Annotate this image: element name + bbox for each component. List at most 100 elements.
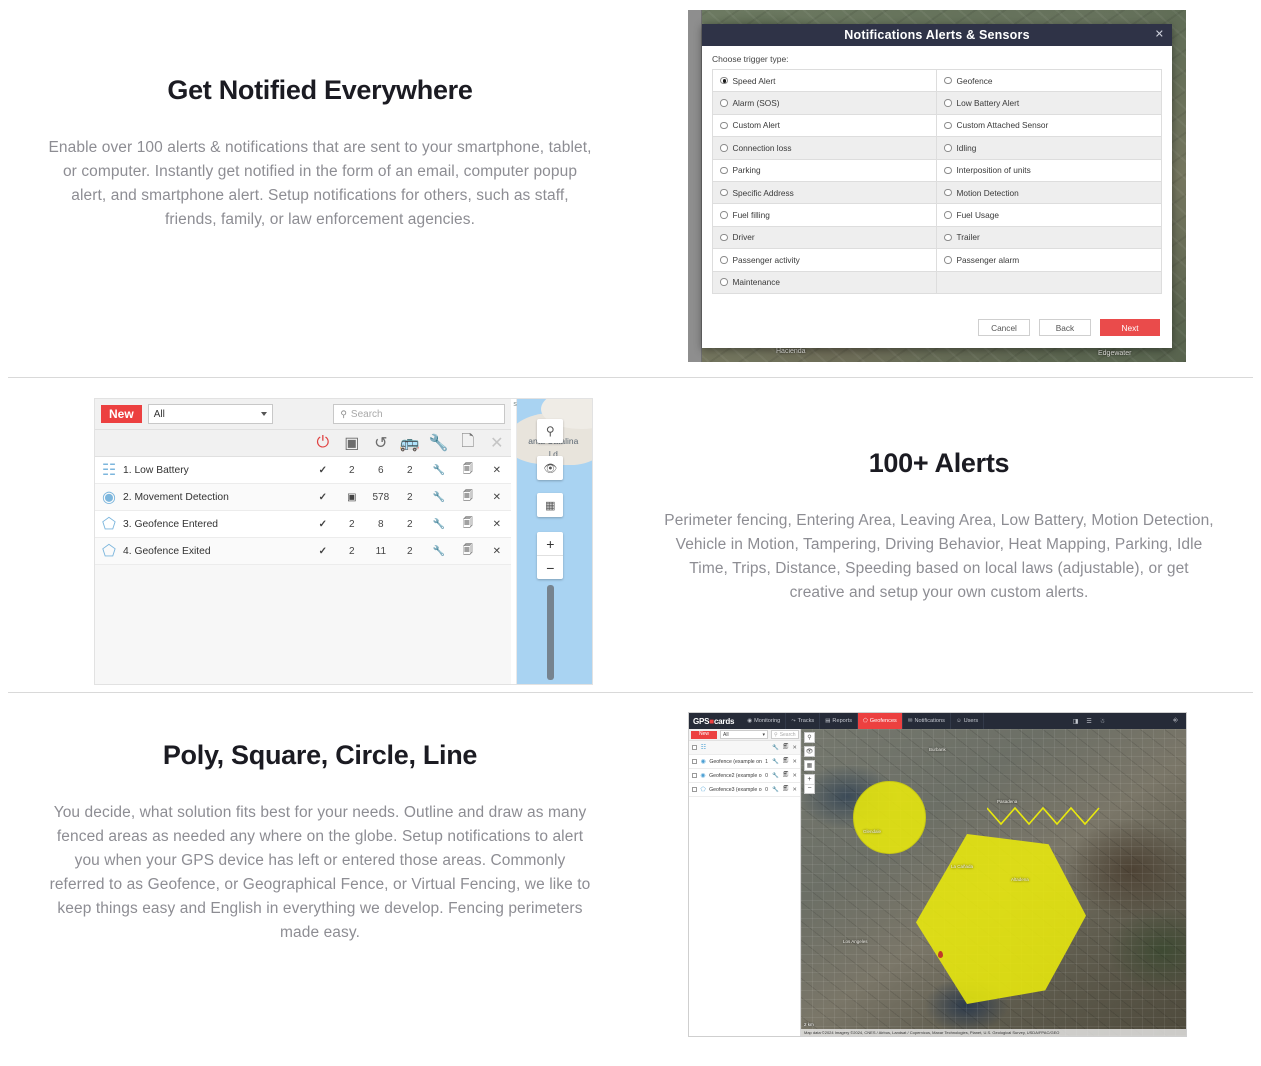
geofence-filter-select[interactable]: All ▾ [720, 730, 769, 739]
zoom-out-button[interactable]: − [537, 556, 563, 579]
table-row[interactable]: ⬠ 3. Geofence Entered ✓ 2 8 2 🔧 🗐 ✕ [95, 511, 512, 538]
geofence-count[interactable]: 1 [765, 759, 768, 765]
delete-icon[interactable]: ✕ [792, 745, 797, 751]
account-icon[interactable]: ☃ [1100, 718, 1105, 725]
copy-icon[interactable]: 🗋 [453, 430, 482, 457]
tab-reports[interactable]: ▤ Reports [820, 713, 859, 729]
tab-geofences[interactable]: ⬠ Geofences [858, 713, 903, 729]
list-item[interactable]: ⬠Geofence3 (example only)0 🔧 🗐✕ [689, 783, 800, 797]
trigger-option-geofence[interactable]: Geofence [937, 70, 1161, 93]
wrench-icon[interactable]: 🔧 [772, 773, 779, 779]
table-row[interactable]: ⬠ 4. Geofence Exited ✓ 2 11 2 🔧 🗐 ✕ [95, 538, 512, 565]
copy-icon[interactable]: 🗐 [453, 462, 482, 479]
zoom-in-button[interactable]: + [537, 532, 564, 556]
list-item[interactable]: ☷ 🔧 🗐 ✕ [689, 741, 800, 755]
list-item[interactable]: ◉ Geofence (example only) 1 🔧 🗐 ✕ [689, 755, 800, 769]
wrench-icon[interactable]: 🔧 [772, 759, 779, 765]
copy-icon[interactable]: 🗐 [453, 516, 482, 533]
copy-icon[interactable]: 🗐 [783, 785, 789, 794]
map-search-icon[interactable]: ⚲ [537, 419, 564, 443]
enabled-check-icon[interactable]: ✓ [308, 492, 337, 503]
wrench-icon[interactable]: 🔧 [424, 492, 453, 503]
wrench-icon[interactable]: 🔧 [424, 465, 453, 476]
row-checkbox[interactable] [692, 787, 697, 792]
trigger-option-custom-alert[interactable]: Custom Alert [713, 114, 937, 138]
new-geofence-button[interactable]: New [691, 730, 718, 739]
geofence-count[interactable]: 0 [765, 787, 768, 793]
geofence-count[interactable]: 0 [765, 773, 768, 779]
close-icon[interactable]: ✕ [482, 433, 511, 453]
map-strip[interactable]: s anta Catalina l d ⚲ 👁 ▦ + − [511, 399, 592, 684]
delete-icon[interactable]: ✕ [792, 759, 797, 765]
trigger-option-alarm-sos[interactable]: Alarm (SOS) [713, 92, 937, 115]
geofence-line[interactable] [987, 804, 1102, 826]
app-logo[interactable]: GPS■cards [693, 717, 734, 726]
trigger-option-parking[interactable]: Parking [713, 159, 937, 182]
new-alert-button[interactable]: New [101, 405, 142, 423]
alert-filter-select[interactable]: All [147, 404, 273, 424]
copy-icon[interactable]: 🗐 [453, 489, 482, 506]
delete-icon[interactable]: ✕ [482, 546, 511, 557]
geofence-search-input[interactable]: ⚲ Search [771, 730, 799, 739]
zoom-in-button[interactable]: + [805, 775, 814, 785]
enabled-check-icon[interactable]: ✓ [308, 546, 337, 557]
video-icon[interactable]: ▣ [337, 433, 366, 453]
tab-monitoring[interactable]: ◉ Monitoring [742, 713, 787, 729]
delete-icon[interactable]: ✕ [792, 773, 797, 779]
geofence-map[interactable]: ⚲ 👁 ▦ + − Burbank Glendale Pasadena La Caña… [801, 729, 1186, 1036]
delete-icon[interactable]: ✕ [482, 519, 511, 530]
vehicle-icon[interactable]: 🚌 [395, 433, 424, 453]
row-checkbox[interactable] [692, 759, 697, 764]
map-zoom-control[interactable]: + − [537, 532, 564, 579]
cancel-button[interactable]: Cancel [978, 319, 1030, 336]
map-layers-icon[interactable]: ▦ [804, 760, 815, 771]
wrench-icon[interactable]: 🔧 [424, 546, 453, 557]
zoom-out-button[interactable]: − [805, 785, 814, 794]
list-icon[interactable]: ☰ [1086, 718, 1091, 725]
tab-users[interactable]: ☺ Users [951, 713, 985, 729]
trigger-option-maintenance[interactable]: Maintenance [713, 271, 937, 294]
map-search-icon[interactable]: ⚲ [804, 732, 815, 743]
delete-icon[interactable]: ✕ [482, 465, 511, 476]
power-icon[interactable]: ⏻ [308, 434, 337, 452]
copy-icon[interactable]: 🗐 [783, 757, 789, 766]
map-eye-icon[interactable]: 👁 [804, 746, 815, 757]
table-row[interactable]: ☷ 1. Low Battery ✓ 2 6 2 🔧 🗐 ✕ [95, 457, 512, 484]
trigger-option-speed-alert[interactable]: Speed Alert [713, 70, 937, 93]
trigger-option-fuel-filling[interactable]: Fuel filling [713, 204, 937, 227]
trigger-option-interposition-of-units[interactable]: Interposition of units [937, 159, 1161, 182]
map-zoom-control[interactable]: + − [804, 774, 815, 794]
copy-icon[interactable]: 🗐 [783, 743, 789, 752]
trigger-option-specific-address[interactable]: Specific Address [713, 181, 937, 205]
list-item[interactable]: ◉Geofence2 (example only)0 🔧 🗐✕ [689, 769, 800, 783]
trigger-option-idling[interactable]: Idling [937, 137, 1161, 160]
back-button[interactable]: Back [1039, 319, 1091, 336]
stats-icon[interactable]: ◨ [1073, 718, 1079, 725]
wrench-icon[interactable]: 🔧 [772, 745, 779, 751]
wrench-icon[interactable]: 🔧 [772, 787, 779, 793]
map-marker[interactable] [938, 951, 943, 958]
trigger-option-motion-detection[interactable]: Motion Detection [937, 181, 1161, 205]
enabled-check-icon[interactable]: ✓ [308, 465, 337, 476]
zoom-slider-track[interactable] [547, 585, 555, 680]
refresh-icon[interactable]: ↺ [366, 433, 395, 453]
row-checkbox[interactable] [692, 773, 697, 778]
trigger-option-trailer[interactable]: Trailer [937, 226, 1161, 250]
next-button[interactable]: Next [1100, 319, 1160, 336]
trigger-option-fuel-usage[interactable]: Fuel Usage [937, 204, 1161, 227]
wrench-icon[interactable]: 🔧 [424, 519, 453, 530]
close-icon[interactable]: ✕ [1155, 29, 1164, 41]
trigger-option-custom-attached-sensor[interactable]: Custom Attached Sensor [937, 114, 1161, 138]
table-row[interactable]: ◉ 2. Movement Detection ✓ ▣ 578 2 🔧 🗐 ✕ [95, 484, 512, 511]
wrench-icon[interactable]: 🔧 [424, 433, 453, 453]
copy-icon[interactable]: 🗐 [783, 771, 789, 780]
delete-icon[interactable]: ✕ [792, 787, 797, 793]
trigger-option-passenger-alarm[interactable]: Passenger alarm [937, 249, 1161, 272]
trigger-option-passenger-activity[interactable]: Passenger activity [713, 249, 937, 272]
tab-tracks[interactable]: ⤳ Tracks [786, 713, 821, 729]
tab-notifications[interactable]: ✉ Notifications [903, 713, 951, 729]
row-checkbox[interactable] [692, 745, 697, 750]
copy-icon[interactable]: 🗐 [453, 543, 482, 560]
geofence-circle[interactable] [853, 781, 926, 854]
trigger-option-driver[interactable]: Driver [713, 226, 937, 250]
